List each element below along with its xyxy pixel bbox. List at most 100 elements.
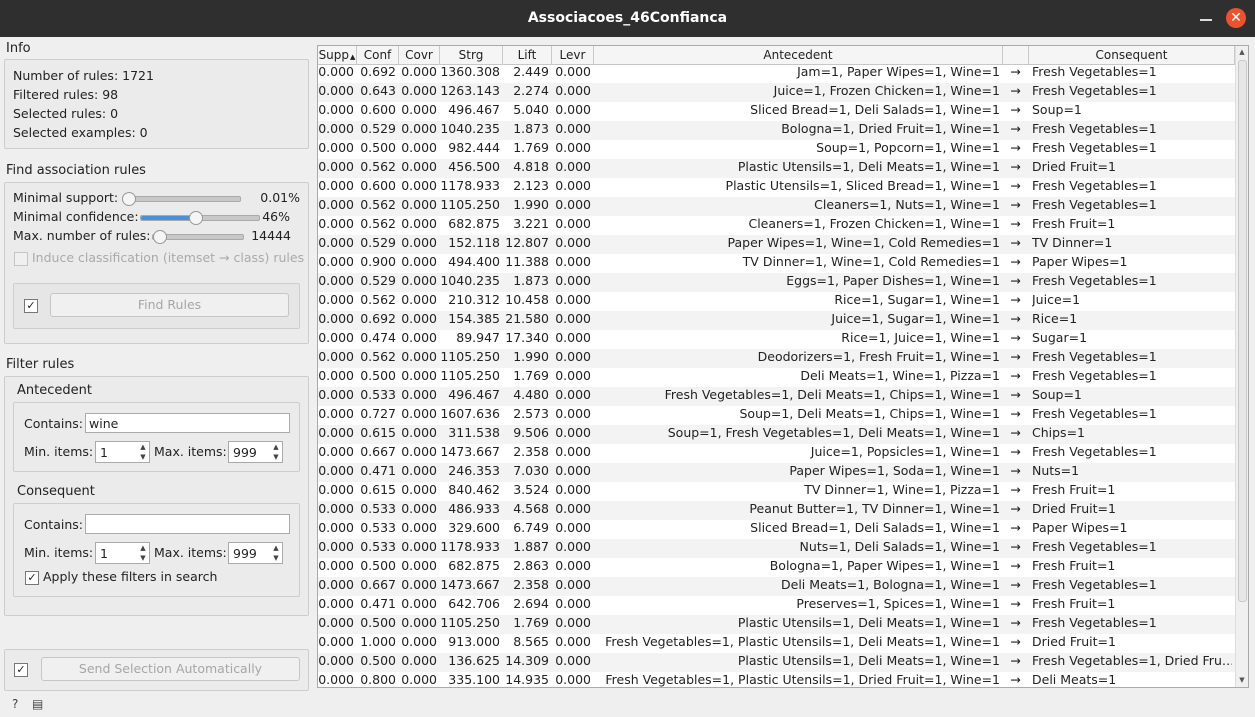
table-row[interactable]: 0.000 0.692 0.000 154.385 21.580 0.000 Juice=1… <box>318 311 1235 330</box>
cell-strg: 1040.235 <box>440 121 500 136</box>
cell-lift: 17.340 <box>505 330 549 345</box>
report-icon[interactable]: ▤ <box>32 697 43 711</box>
header-levr[interactable]: Levr <box>552 46 594 64</box>
spin-down-icon[interactable]: ▼ <box>137 553 149 563</box>
header-covr[interactable]: Covr <box>399 46 440 64</box>
table-row[interactable]: 0.000 0.474 0.000 89.947 17.340 0.000 Rice=1, … <box>318 330 1235 349</box>
cell-conf: 0.471 <box>360 596 396 611</box>
cell-lift: 2.358 <box>513 577 549 592</box>
antecedent-max-items-spinbox[interactable]: 999 ▲ ▼ <box>228 441 283 463</box>
consequent-contains-input[interactable] <box>85 514 290 534</box>
min-support-slider[interactable] <box>122 196 241 202</box>
table-row[interactable]: 0.000 0.562 0.000 1105.250 1.990 0.000 Cleaner… <box>318 197 1235 216</box>
header-supp[interactable]: Supp▲ <box>318 46 357 64</box>
table-row[interactable]: 0.000 0.471 0.000 642.706 2.694 0.000 Preserve… <box>318 596 1235 615</box>
find-rules-button[interactable]: Find Rules <box>50 293 289 317</box>
table-row[interactable]: 0.000 0.600 0.000 496.467 5.040 0.000 Sliced B… <box>318 102 1235 121</box>
table-row[interactable]: 0.000 0.692 0.000 1360.308 2.449 0.000 Jam=1, … <box>318 64 1235 83</box>
antecedent-min-items-spinbox[interactable]: 1 ▲ ▼ <box>95 441 150 463</box>
table-row[interactable]: 0.000 0.900 0.000 494.400 11.388 0.000 TV Dinn… <box>318 254 1235 273</box>
table-row[interactable]: 0.000 0.562 0.000 210.312 10.458 0.000 Rice=1,… <box>318 292 1235 311</box>
header-strg[interactable]: Strg <box>440 46 503 64</box>
table-row[interactable]: 0.000 0.533 0.000 496.467 4.480 0.000 Fresh Ve… <box>318 387 1235 406</box>
scroll-down-icon[interactable]: ▼ <box>1236 674 1248 686</box>
table-row[interactable]: 0.000 0.500 0.000 1105.250 1.769 0.000 Deli Me… <box>318 368 1235 387</box>
min-support-handle[interactable] <box>122 192 136 206</box>
table-row[interactable]: 0.000 0.562 0.000 682.875 3.221 0.000 Cleaners… <box>318 216 1235 235</box>
table-row[interactable]: 0.000 0.533 0.000 329.600 6.749 0.000 Sliced B… <box>318 520 1235 539</box>
close-button[interactable]: ✕ <box>1226 8 1246 28</box>
cell-lift: 1.769 <box>513 615 549 630</box>
spin-up-icon[interactable]: ▲ <box>137 543 149 553</box>
cell-levr: 0.000 <box>555 235 591 250</box>
table-row[interactable]: 0.000 0.600 0.000 1178.933 2.123 0.000 Plastic… <box>318 178 1235 197</box>
send-selection-button[interactable]: Send Selection Automatically <box>41 657 300 681</box>
cell-covr: 0.000 <box>401 577 437 592</box>
table-row[interactable]: 0.000 0.667 0.000 1473.667 2.358 0.000 Deli Me… <box>318 577 1235 596</box>
header-consequent[interactable]: Consequent <box>1029 46 1235 64</box>
table-row[interactable]: 0.000 0.500 0.000 1105.250 1.769 0.000 Plastic… <box>318 615 1235 634</box>
header-arrow[interactable] <box>1003 46 1029 64</box>
cell-consequent: Nuts=1 <box>1032 463 1080 478</box>
header-lift[interactable]: Lift <box>503 46 552 64</box>
table-row[interactable]: 0.000 0.643 0.000 1263.143 2.274 0.000 Juice=1… <box>318 83 1235 102</box>
consequent-max-items-spinbox[interactable]: 999 ▲ ▼ <box>228 542 283 564</box>
table-row[interactable]: 0.000 0.500 0.000 982.444 1.769 0.000 Soup=1, … <box>318 140 1235 159</box>
spin-up-icon[interactable]: ▲ <box>270 543 282 553</box>
table-row[interactable]: 0.000 0.529 0.000 1040.235 1.873 0.000 Eggs=1,… <box>318 273 1235 292</box>
table-row[interactable]: 0.000 0.533 0.000 1178.933 1.887 0.000 Nuts=1,… <box>318 539 1235 558</box>
cell-levr: 0.000 <box>555 197 591 212</box>
spin-down-icon[interactable]: ▼ <box>137 452 149 462</box>
antecedent-contains-input[interactable]: wine <box>85 413 290 433</box>
max-rules-handle[interactable] <box>153 230 167 244</box>
table-row[interactable]: 0.000 0.727 0.000 1607.636 2.573 0.000 Soup=1,… <box>318 406 1235 425</box>
min-confidence-handle[interactable] <box>189 211 203 225</box>
table-row[interactable]: 0.000 0.562 0.000 1105.250 1.990 0.000 Deodori… <box>318 349 1235 368</box>
cell-lift: 11.388 <box>505 254 549 269</box>
table-row[interactable]: 0.000 0.667 0.000 1473.667 2.358 0.000 Juice=1… <box>318 444 1235 463</box>
cell-covr: 0.000 <box>401 406 437 421</box>
table-row[interactable]: 0.000 0.500 0.000 682.875 2.863 0.000 Bologna=… <box>318 558 1235 577</box>
cell-supp: 0.000 <box>318 596 354 611</box>
table-row[interactable]: 0.000 1.000 0.000 913.000 8.565 0.000 Fresh Ve… <box>318 634 1235 653</box>
cell-lift: 3.524 <box>513 482 549 497</box>
table-row[interactable]: 0.000 0.533 0.000 486.933 4.568 0.000 Peanut B… <box>318 501 1235 520</box>
header-conf[interactable]: Conf <box>357 46 399 64</box>
cell-conf: 0.667 <box>360 444 396 459</box>
header-antecedent[interactable]: Antecedent <box>594 46 1003 64</box>
table-row[interactable]: 0.000 0.529 0.000 152.118 12.807 0.000 Paper W… <box>318 235 1235 254</box>
table-row[interactable]: 0.000 0.562 0.000 456.500 4.818 0.000 Plastic … <box>318 159 1235 178</box>
cell-levr: 0.000 <box>555 634 591 649</box>
spin-up-icon[interactable]: ▲ <box>137 442 149 452</box>
apply-filters-checkbox[interactable]: ✓ <box>25 571 39 585</box>
table-row[interactable]: 0.000 0.615 0.000 840.462 3.524 0.000 TV Dinne… <box>318 482 1235 501</box>
spin-up-icon[interactable]: ▲ <box>270 442 282 452</box>
cell-covr: 0.000 <box>401 425 437 440</box>
help-icon[interactable]: ? <box>12 697 18 711</box>
rules-table[interactable]: Supp▲ Conf Covr Strg Lift Levr Anteceden… <box>317 45 1249 688</box>
find-rules-auto-checkbox[interactable]: ✓ <box>24 299 38 313</box>
table-row[interactable]: 0.000 0.800 0.000 335.100 14.935 0.000 Fresh V… <box>318 672 1235 687</box>
induce-classification-checkbox[interactable] <box>14 252 28 266</box>
scroll-up-icon[interactable]: ▲ <box>1236 46 1248 58</box>
send-auto-checkbox[interactable]: ✓ <box>14 663 28 677</box>
table-row[interactable]: 0.000 0.529 0.000 1040.235 1.873 0.000 Bologna… <box>318 121 1235 140</box>
cell-covr: 0.000 <box>401 387 437 402</box>
table-row[interactable]: 0.000 0.471 0.000 246.353 7.030 0.000 Paper Wi… <box>318 463 1235 482</box>
cell-lift: 2.449 <box>513 64 549 79</box>
minimize-button[interactable] <box>1196 8 1216 28</box>
table-row[interactable]: 0.000 0.500 0.000 136.625 14.309 0.000 Plastic… <box>318 653 1235 672</box>
consequent-min-items-spinbox[interactable]: 1 ▲ ▼ <box>95 542 150 564</box>
vertical-scrollbar[interactable]: ▲ ▼ <box>1235 46 1248 687</box>
cell-lift: 1.873 <box>513 273 549 288</box>
cell-antecedent: Fresh Vegetables=1, Plastic Utensils=1, … <box>605 634 1000 649</box>
cell-levr: 0.000 <box>555 558 591 573</box>
cell-arrow: → <box>1010 463 1021 478</box>
spin-down-icon[interactable]: ▼ <box>270 553 282 563</box>
table-row[interactable]: 0.000 0.615 0.000 311.538 9.506 0.000 Soup=1, … <box>318 425 1235 444</box>
scrollbar-thumb[interactable] <box>1238 60 1247 602</box>
cell-strg: 486.933 <box>448 501 500 516</box>
cell-covr: 0.000 <box>401 501 437 516</box>
cell-supp: 0.000 <box>318 634 354 649</box>
spin-down-icon[interactable]: ▼ <box>270 452 282 462</box>
